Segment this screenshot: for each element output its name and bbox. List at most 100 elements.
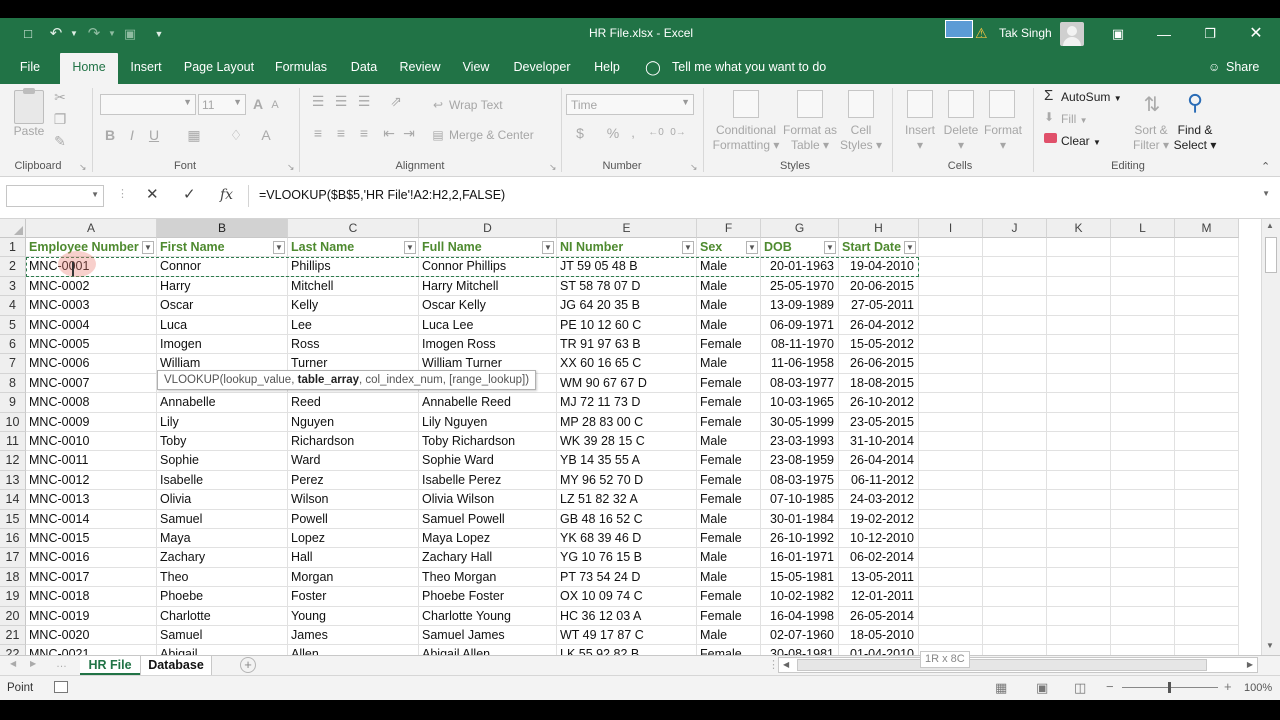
table-cell[interactable]: MNC-0012: [26, 470, 157, 491]
borders-icon[interactable]: ▦: [184, 126, 204, 144]
row-header[interactable]: 18: [0, 567, 26, 588]
find-select-icon[interactable]: ⚲: [1182, 90, 1208, 116]
empty-cell[interactable]: [1111, 315, 1175, 335]
align-left-icon[interactable]: ≡: [308, 124, 328, 142]
table-cell[interactable]: YG 10 76 15 B: [557, 548, 697, 568]
delete-cells-icon[interactable]: [948, 90, 974, 118]
empty-cell[interactable]: [1047, 587, 1111, 607]
table-cell[interactable]: MNC-0015: [26, 529, 157, 549]
empty-cell[interactable]: [919, 626, 983, 646]
empty-cell[interactable]: [919, 373, 983, 394]
empty-cell[interactable]: [919, 470, 983, 491]
empty-cell[interactable]: [1175, 432, 1239, 452]
table-cell[interactable]: Lily Nguyen: [419, 412, 557, 432]
tab-help[interactable]: Help: [588, 50, 626, 84]
empty-cell[interactable]: [919, 315, 983, 335]
table-cell[interactable]: 08-03-1975: [761, 470, 839, 491]
empty-cell[interactable]: [1047, 412, 1111, 432]
table-cell[interactable]: MNC-0006: [26, 354, 157, 374]
table-cell[interactable]: MNC-0021: [26, 645, 157, 655]
empty-cell[interactable]: [1175, 276, 1239, 297]
sort-filter-button[interactable]: Sort & Filter ▾: [1126, 123, 1176, 153]
table-cell[interactable]: 06-02-2014: [839, 548, 919, 568]
table-cell[interactable]: 08-11-1970: [761, 335, 839, 355]
table-cell[interactable]: Isabelle Perez: [419, 470, 557, 491]
increase-indent-icon[interactable]: ⇥: [400, 124, 418, 142]
table-cell[interactable]: Mitchell: [288, 276, 419, 297]
table-cell[interactable]: 30-01-1984: [761, 509, 839, 529]
save-icon[interactable]: □: [20, 26, 36, 42]
table-cell[interactable]: 11-06-1958: [761, 354, 839, 374]
table-cell[interactable]: Ross: [288, 335, 419, 355]
table-cell[interactable]: Isabelle: [157, 470, 288, 491]
table-cell[interactable]: MNC-0011: [26, 451, 157, 471]
table-cell[interactable]: MNC-0018: [26, 587, 157, 607]
empty-cell[interactable]: [1111, 393, 1175, 413]
zoom-out-icon[interactable]: −: [1106, 679, 1114, 694]
sheet-tab-hr-file[interactable]: HR File: [80, 656, 140, 675]
table-cell[interactable]: Samuel Powell: [419, 509, 557, 529]
tab-page-layout[interactable]: Page Layout: [180, 50, 258, 84]
restore-icon[interactable]: ❐: [1187, 18, 1233, 50]
row-header[interactable]: 13: [0, 470, 26, 491]
table-cell[interactable]: PT 73 54 24 D: [557, 567, 697, 588]
row-header[interactable]: 21: [0, 626, 26, 646]
table-cell[interactable]: 10-03-1965: [761, 393, 839, 413]
table-cell[interactable]: 16-01-1971: [761, 548, 839, 568]
table-cell[interactable]: Samuel James: [419, 626, 557, 646]
fill-icon[interactable]: ⬇: [1044, 110, 1054, 124]
zoom-in-icon[interactable]: +: [1224, 679, 1232, 694]
table-cell[interactable]: Female: [697, 451, 761, 471]
table-cell[interactable]: WK 39 28 15 C: [557, 432, 697, 452]
row-header[interactable]: 16: [0, 529, 26, 549]
filter-dropdown-icon[interactable]: ▼: [746, 241, 758, 254]
clipboard-launcher-icon[interactable]: ↘: [79, 162, 87, 173]
empty-cell[interactable]: [1047, 529, 1111, 549]
column-header-j[interactable]: J: [983, 219, 1047, 238]
table-cell[interactable]: Ward: [288, 451, 419, 471]
empty-cell[interactable]: [1047, 373, 1111, 394]
table-cell[interactable]: Male: [697, 626, 761, 646]
table-cell[interactable]: Harry: [157, 276, 288, 297]
copy-icon[interactable]: ❐: [52, 110, 68, 128]
page-layout-view-icon[interactable]: ▣: [1036, 680, 1048, 696]
table-cell[interactable]: GB 48 16 52 C: [557, 509, 697, 529]
table-cell[interactable]: Allen: [288, 645, 419, 655]
table-cell[interactable]: MNC-0002: [26, 276, 157, 297]
wrap-text-icon[interactable]: ↩: [430, 96, 446, 114]
empty-cell[interactable]: [1175, 238, 1239, 258]
column-header-k[interactable]: K: [1047, 219, 1111, 238]
table-cell[interactable]: MNC-0020: [26, 626, 157, 646]
table-cell[interactable]: 18-05-2010: [839, 626, 919, 646]
close-icon[interactable]: ✕: [1233, 18, 1279, 50]
table-cell[interactable]: 19-02-2012: [839, 509, 919, 529]
tab-file[interactable]: File: [12, 50, 48, 84]
table-cell[interactable]: Female: [697, 606, 761, 626]
empty-cell[interactable]: [919, 606, 983, 626]
empty-cell[interactable]: [983, 238, 1047, 258]
lightbulb-icon[interactable]: ◯: [645, 58, 661, 76]
empty-cell[interactable]: [919, 451, 983, 471]
empty-cell[interactable]: [1111, 587, 1175, 607]
format-cells-button[interactable]: Format ▾: [980, 123, 1026, 153]
empty-cell[interactable]: [983, 548, 1047, 568]
page-break-view-icon[interactable]: ◫: [1074, 680, 1086, 696]
empty-cell[interactable]: [1111, 296, 1175, 316]
empty-cell[interactable]: [983, 354, 1047, 374]
empty-cell[interactable]: [983, 276, 1047, 297]
table-cell[interactable]: James: [288, 626, 419, 646]
number-launcher-icon[interactable]: ↘: [690, 162, 698, 173]
table-cell[interactable]: Samuel: [157, 509, 288, 529]
table-cell[interactable]: Female: [697, 529, 761, 549]
empty-cell[interactable]: [1175, 451, 1239, 471]
table-cell[interactable]: MNC-0016: [26, 548, 157, 568]
column-header-m[interactable]: M: [1175, 219, 1239, 238]
empty-cell[interactable]: [1047, 548, 1111, 568]
table-cell[interactable]: Abigail: [157, 645, 288, 655]
tab-home[interactable]: Home: [60, 53, 118, 84]
empty-cell[interactable]: [1175, 296, 1239, 316]
cancel-icon[interactable]: ✕: [146, 185, 159, 205]
merge-center-icon[interactable]: ▤: [430, 126, 446, 144]
empty-cell[interactable]: [919, 276, 983, 297]
font-color-button[interactable]: A: [258, 126, 274, 144]
